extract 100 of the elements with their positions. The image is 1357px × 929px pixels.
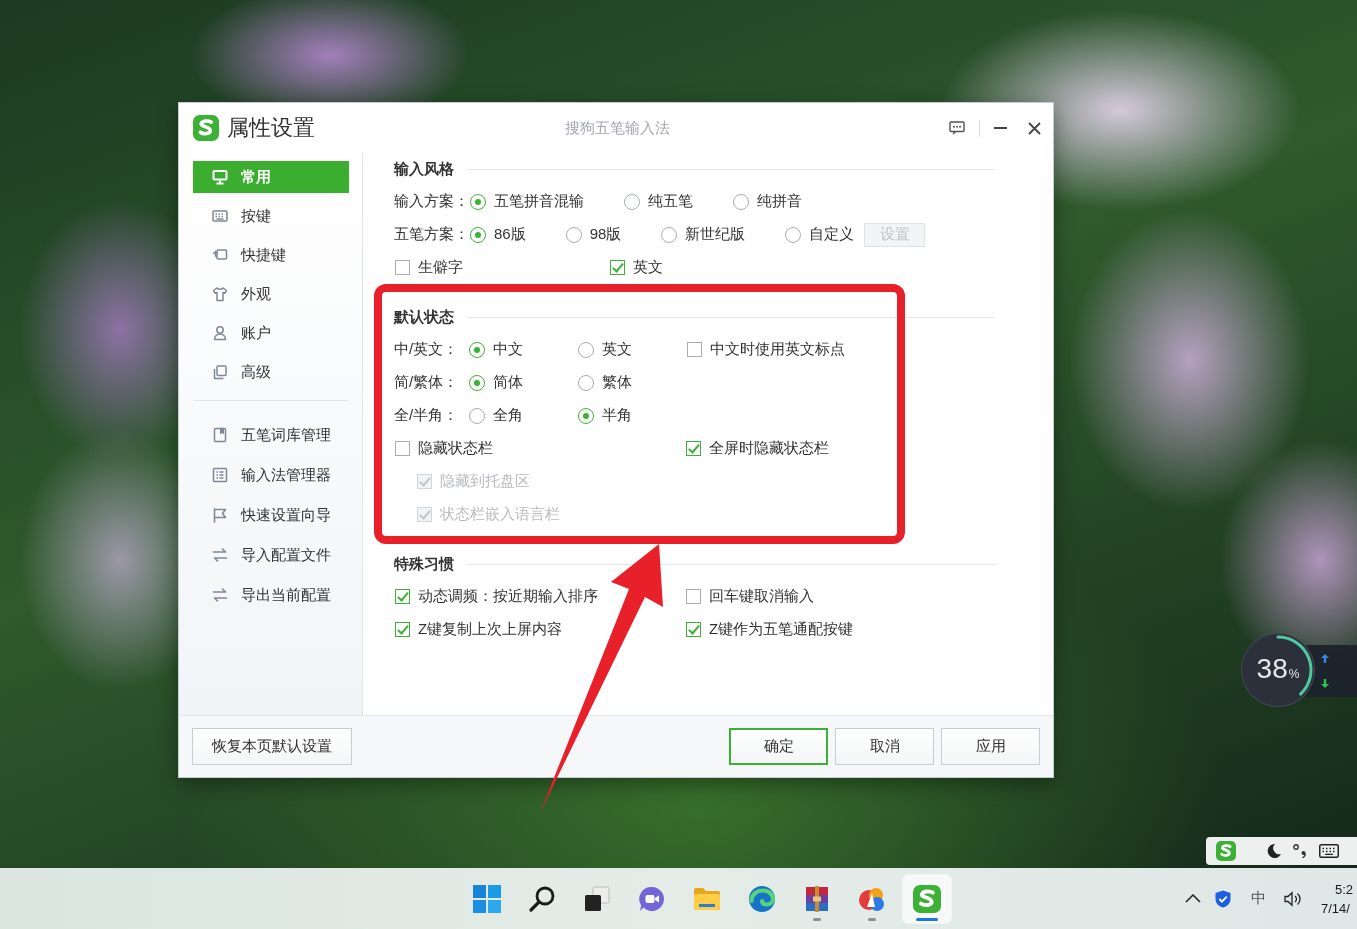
app-name: 搜狗五笔输入法 (564, 118, 670, 138)
radio-button[interactable] (470, 193, 486, 210)
clock-time[interactable]: 5:2 (1321, 879, 1357, 899)
radio-label: 简体 (493, 373, 523, 392)
stacked-books-icon (803, 884, 831, 913)
radio-label: 五笔拼音混输 (494, 192, 584, 211)
radio-button[interactable] (578, 341, 594, 358)
window-title: 属性设置 (227, 114, 315, 142)
checkbox[interactable] (687, 342, 702, 357)
keyboard-icon (212, 208, 228, 224)
ok-button[interactable]: 确定 (729, 728, 828, 765)
checkbox-label: 动态调频：按近期输入排序 (418, 587, 598, 606)
radio-label: 86版 (494, 225, 526, 244)
swap-arrows-icon (212, 587, 228, 603)
checkbox[interactable] (686, 589, 701, 604)
sidebar-item[interactable]: 账户 (193, 317, 349, 349)
task-view-icon (583, 884, 611, 913)
field-label: 全/半角： (394, 406, 460, 425)
running-indicator (868, 917, 876, 921)
start-icon (473, 884, 501, 913)
flag-icon (212, 507, 228, 523)
field-label: 五笔方案： (394, 225, 470, 244)
sidebar-item[interactable]: 高级 (193, 356, 349, 388)
gauge-value: 38 (1256, 654, 1288, 684)
radio-button[interactable] (733, 193, 749, 210)
field-label: 中/英文： (394, 340, 460, 359)
search-icon (528, 884, 556, 913)
feedback-icon[interactable] (949, 120, 965, 136)
moon-icon[interactable] (1267, 844, 1281, 858)
sidebar-item[interactable]: 按键 (193, 200, 349, 232)
radio-button[interactable] (565, 226, 582, 243)
speaker-icon[interactable] (1284, 890, 1302, 907)
radio-button[interactable] (470, 226, 486, 243)
keyboard-icon[interactable] (1319, 844, 1339, 858)
sidebar-link[interactable]: 导出当前配置 (193, 579, 349, 611)
t-shirt-icon (212, 286, 228, 302)
sidebar-link[interactable]: 五笔词库管理 (193, 419, 349, 451)
radio-label: 英文 (602, 340, 632, 359)
radio-button[interactable] (469, 407, 485, 424)
radio-button[interactable] (578, 374, 594, 391)
radio-button[interactable] (785, 226, 802, 243)
down-arrow-icon (1321, 679, 1329, 688)
running-indicator (916, 917, 938, 921)
checkbox[interactable] (686, 441, 701, 456)
checkbox-label: 回车键取消输入 (709, 587, 814, 606)
checkbox[interactable] (395, 589, 410, 604)
checkbox[interactable] (395, 441, 410, 456)
sidebar-link[interactable]: 快速设置向导 (193, 499, 349, 531)
sidebar-link[interactable]: 导入配置文件 (193, 539, 349, 571)
checkbox-label: Z键复制上次上屏内容 (418, 620, 563, 639)
ime-indicator[interactable]: 中 (1251, 889, 1266, 908)
logo-icon (193, 115, 219, 141)
clock-date[interactable]: 7/14/ (1321, 898, 1357, 918)
chevron-up-icon[interactable] (1185, 894, 1201, 903)
punctuation-icon[interactable] (1293, 844, 1307, 858)
logo-icon[interactable] (1216, 841, 1236, 861)
field-label: 输入方案： (394, 192, 470, 211)
checkbox[interactable] (686, 622, 701, 637)
sidebar-item[interactable]: 外观 (193, 278, 349, 310)
reset-button[interactable]: 恢复本页默认设置 (192, 728, 352, 765)
checkbox-label: Z键作为五笔通配按键 (709, 620, 854, 639)
book-icon (212, 427, 228, 443)
copy-icon (212, 364, 228, 380)
checkbox-label: 生僻字 (418, 258, 463, 277)
close-icon[interactable] (1028, 121, 1041, 135)
checkbox-label: 状态栏嵌入语言栏 (440, 505, 560, 524)
window-plus-icon (212, 247, 228, 263)
radio-label: 98版 (589, 225, 622, 244)
logo-icon (913, 884, 941, 913)
checkbox[interactable] (610, 260, 625, 275)
checkbox-label: 中文时使用英文标点 (710, 340, 845, 359)
radio-label: 中文 (493, 340, 523, 359)
shield-icon[interactable] (1214, 889, 1232, 908)
radio-label: 自定义 (809, 225, 855, 244)
radio-label: 繁体 (602, 373, 632, 392)
checkbox[interactable] (395, 260, 410, 275)
up-arrow-icon (1321, 654, 1329, 663)
radio-label: 全角 (493, 406, 523, 425)
swap-arrows-icon (212, 547, 228, 563)
radio-button[interactable] (578, 407, 594, 424)
radio-button[interactable] (469, 341, 485, 358)
section-title: 默认状态 (394, 307, 454, 327)
swirl-icon (748, 884, 776, 913)
cancel-button[interactable]: 取消 (835, 728, 934, 765)
section-title: 特殊习惯 (394, 554, 454, 574)
apply-button[interactable]: 应用 (941, 728, 1040, 765)
radio-label: 纯拼音 (757, 192, 802, 211)
radio-button[interactable] (661, 226, 678, 243)
checkbox-label: 隐藏状态栏 (418, 439, 493, 458)
running-indicator (813, 917, 821, 921)
checkbox[interactable] (395, 622, 410, 637)
gauge-unit: % (1288, 667, 1300, 681)
radio-button[interactable] (469, 374, 485, 391)
sidebar-link[interactable]: 输入法管理器 (193, 459, 349, 491)
checkbox-label: 全屏时隐藏状态栏 (709, 439, 829, 458)
monitor-icon (212, 169, 228, 185)
video-chat-icon (638, 884, 666, 913)
radio-label: 半角 (602, 406, 632, 425)
radio-button[interactable] (624, 193, 640, 210)
sidebar-item[interactable]: 快捷键 (193, 239, 349, 271)
